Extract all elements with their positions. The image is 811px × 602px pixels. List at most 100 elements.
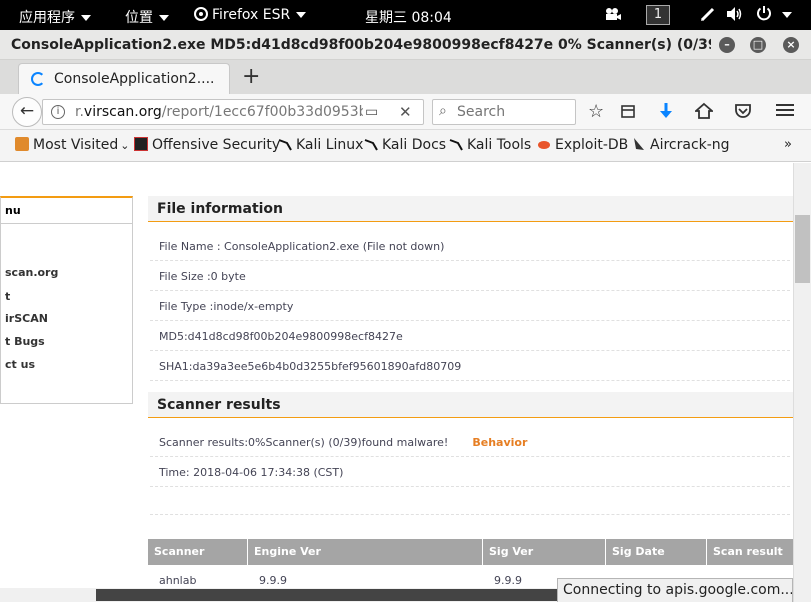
spacer-row <box>150 487 790 515</box>
search-bar[interactable]: ⌕ <box>432 99 576 125</box>
sha1-row: SHA1:da39a3ee5e6b4b0d3255bfef95601890afd… <box>150 351 790 381</box>
bookmarks-overflow-icon[interactable]: » <box>784 137 792 152</box>
table-header: Scanner Engine Ver Sig Ver Sig Date Scan… <box>148 539 793 565</box>
reader-view-icon[interactable]: ▭ <box>365 104 378 120</box>
scanner-results-heading: Scanner results <box>148 392 793 418</box>
scrollbar-thumb[interactable] <box>795 215 810 283</box>
tab-strip: ConsoleApplication2.... + <box>0 60 811 94</box>
close-button[interactable]: × <box>783 37 799 53</box>
firefox-icon <box>194 7 208 21</box>
maximize-button[interactable]: □ <box>750 37 766 53</box>
behavior-link[interactable]: Behavior <box>472 436 527 449</box>
scanner-summary-row: Scanner results:0%Scanner(s) (0/39)found… <box>150 427 790 457</box>
file-information-heading: File information <box>148 196 793 222</box>
bookmark-label: Kali Tools <box>467 137 532 153</box>
file-size-row: File Size :0 byte <box>150 261 790 291</box>
url-path: /report/1ecc67f00b33d0953b( <box>161 104 363 120</box>
back-button[interactable]: ← <box>12 97 42 127</box>
chevron-down-icon[interactable] <box>782 12 792 18</box>
column-divider <box>247 539 248 565</box>
scan-time-row: Time: 2018-04-06 17:34:38 (CST) <box>150 457 790 487</box>
kali-dragon-icon <box>449 137 463 151</box>
search-icon: ⌕ <box>439 103 447 119</box>
new-tab-button[interactable]: + <box>242 64 260 89</box>
left-menu-item[interactable]: irSCAN <box>5 312 48 325</box>
aircrack-icon <box>632 137 646 151</box>
clock[interactable]: 星期三 08:04 <box>365 7 452 27</box>
table-cell: 9.9.9 <box>494 574 522 587</box>
offensive-security-icon <box>134 137 148 151</box>
tab-consoleapplication2[interactable]: ConsoleApplication2.... <box>18 63 230 94</box>
url-text[interactable]: r.virscan.org/report/1ecc67f00b33d0953b( <box>75 104 363 120</box>
applications-menu[interactable]: 应用程序 <box>19 7 91 27</box>
table-cell: ahnlab <box>159 574 197 587</box>
chevron-down-icon <box>296 12 307 18</box>
bookmark-most-visited[interactable]: Most Visited ⌄ <box>15 137 129 153</box>
md5-row: MD5:d41d8cd98f00b204e9800998ecf8427e <box>150 321 790 351</box>
tab-label: ConsoleApplication2.... <box>54 71 215 87</box>
url-bar[interactable]: i r.virscan.org/report/1ecc67f00b33d0953… <box>42 99 424 125</box>
left-menu-item[interactable]: scan.org <box>5 266 58 279</box>
chevron-down-icon: ⌄ <box>120 139 130 152</box>
bookmark-label: Kali Docs <box>382 137 447 153</box>
workspace-indicator[interactable]: 1 <box>646 5 670 25</box>
info-icon[interactable]: i <box>51 105 65 119</box>
video-camera-icon[interactable] <box>604 6 622 26</box>
kali-dragon-icon <box>364 137 378 151</box>
places-menu[interactable]: 位置 <box>125 7 169 27</box>
column-header[interactable]: Scan result <box>713 545 783 558</box>
scanner-summary: Scanner results:0%Scanner(s) (0/39)found… <box>159 436 449 449</box>
bookmark-kali-tools[interactable]: Kali Tools <box>449 137 531 153</box>
left-menu-heading: nu <box>1 198 132 224</box>
bookmark-label: Exploit-DB <box>555 137 629 153</box>
column-header[interactable]: Sig Ver <box>489 545 533 558</box>
left-menu: nu scan.org t irSCAN t Bugs ct us <box>0 196 133 404</box>
bookmark-offensive-security[interactable]: Offensive Security <box>134 137 280 153</box>
column-header[interactable]: Scanner <box>154 545 204 558</box>
pen-icon[interactable] <box>699 5 717 27</box>
search-input[interactable] <box>457 103 569 121</box>
left-menu-item[interactable]: t <box>5 290 10 303</box>
scrollbar-thumb[interactable] <box>96 589 596 601</box>
chevron-down-icon <box>159 15 169 21</box>
download-icon[interactable] <box>658 102 674 125</box>
bookmark-star-icon[interactable]: ☆ <box>588 101 604 122</box>
status-panel: Connecting to apis.google.com... <box>557 578 793 602</box>
bookmark-exploit-db[interactable]: Exploit-DB <box>537 137 628 153</box>
pocket-icon[interactable] <box>734 102 752 125</box>
navigation-bar: ← i r.virscan.org/report/1ecc67f00b33d09… <box>0 94 811 130</box>
power-icon[interactable] <box>756 5 772 25</box>
column-divider <box>706 539 707 565</box>
library-icon[interactable] <box>620 103 636 124</box>
file-type-row: File Type :inode/x-empty <box>150 291 790 321</box>
column-header[interactable]: Engine Ver <box>254 545 321 558</box>
bookmark-kali-docs[interactable]: Kali Docs <box>364 137 446 153</box>
page-content: nu scan.org t irSCAN t Bugs ct us File i… <box>0 163 793 602</box>
places-label: 位置 <box>125 10 153 26</box>
hamburger-menu-icon[interactable] <box>776 102 794 123</box>
bookmark-label: Kali Linux <box>296 137 364 153</box>
close-icon[interactable]: ✕ <box>399 103 412 121</box>
left-menu-item[interactable]: t Bugs <box>5 335 45 348</box>
url-domain: virscan.org <box>83 104 162 120</box>
bookmark-kali-linux[interactable]: Kali Linux <box>278 137 363 153</box>
system-top-bar: 应用程序 位置 Firefox ESR 星期三 08:04 1 <box>0 0 811 30</box>
kali-dragon-icon <box>278 137 292 151</box>
volume-icon[interactable] <box>726 6 744 26</box>
bookmark-aircrack-ng[interactable]: Aircrack-ng <box>632 137 730 153</box>
folder-icon <box>15 137 29 151</box>
vertical-scrollbar[interactable] <box>793 163 811 602</box>
loading-spinner-icon <box>31 72 45 86</box>
bookmark-label: Aircrack-ng <box>650 137 730 153</box>
window-title-bar[interactable]: ConsoleApplication2.exe MD5:d41d8cd98f00… <box>0 30 811 60</box>
applications-label: 应用程序 <box>19 10 75 26</box>
window-title: ConsoleApplication2.exe MD5:d41d8cd98f00… <box>11 37 711 53</box>
minimize-button[interactable]: – <box>719 37 735 53</box>
home-icon[interactable] <box>693 102 715 125</box>
column-header[interactable]: Sig Date <box>612 545 665 558</box>
table-cell: 9.9.9 <box>259 574 287 587</box>
exploit-db-icon <box>537 137 551 151</box>
bookmark-label: Offensive Security <box>152 137 281 153</box>
active-app-menu[interactable]: Firefox ESR <box>194 7 307 23</box>
left-menu-item[interactable]: ct us <box>5 358 35 371</box>
